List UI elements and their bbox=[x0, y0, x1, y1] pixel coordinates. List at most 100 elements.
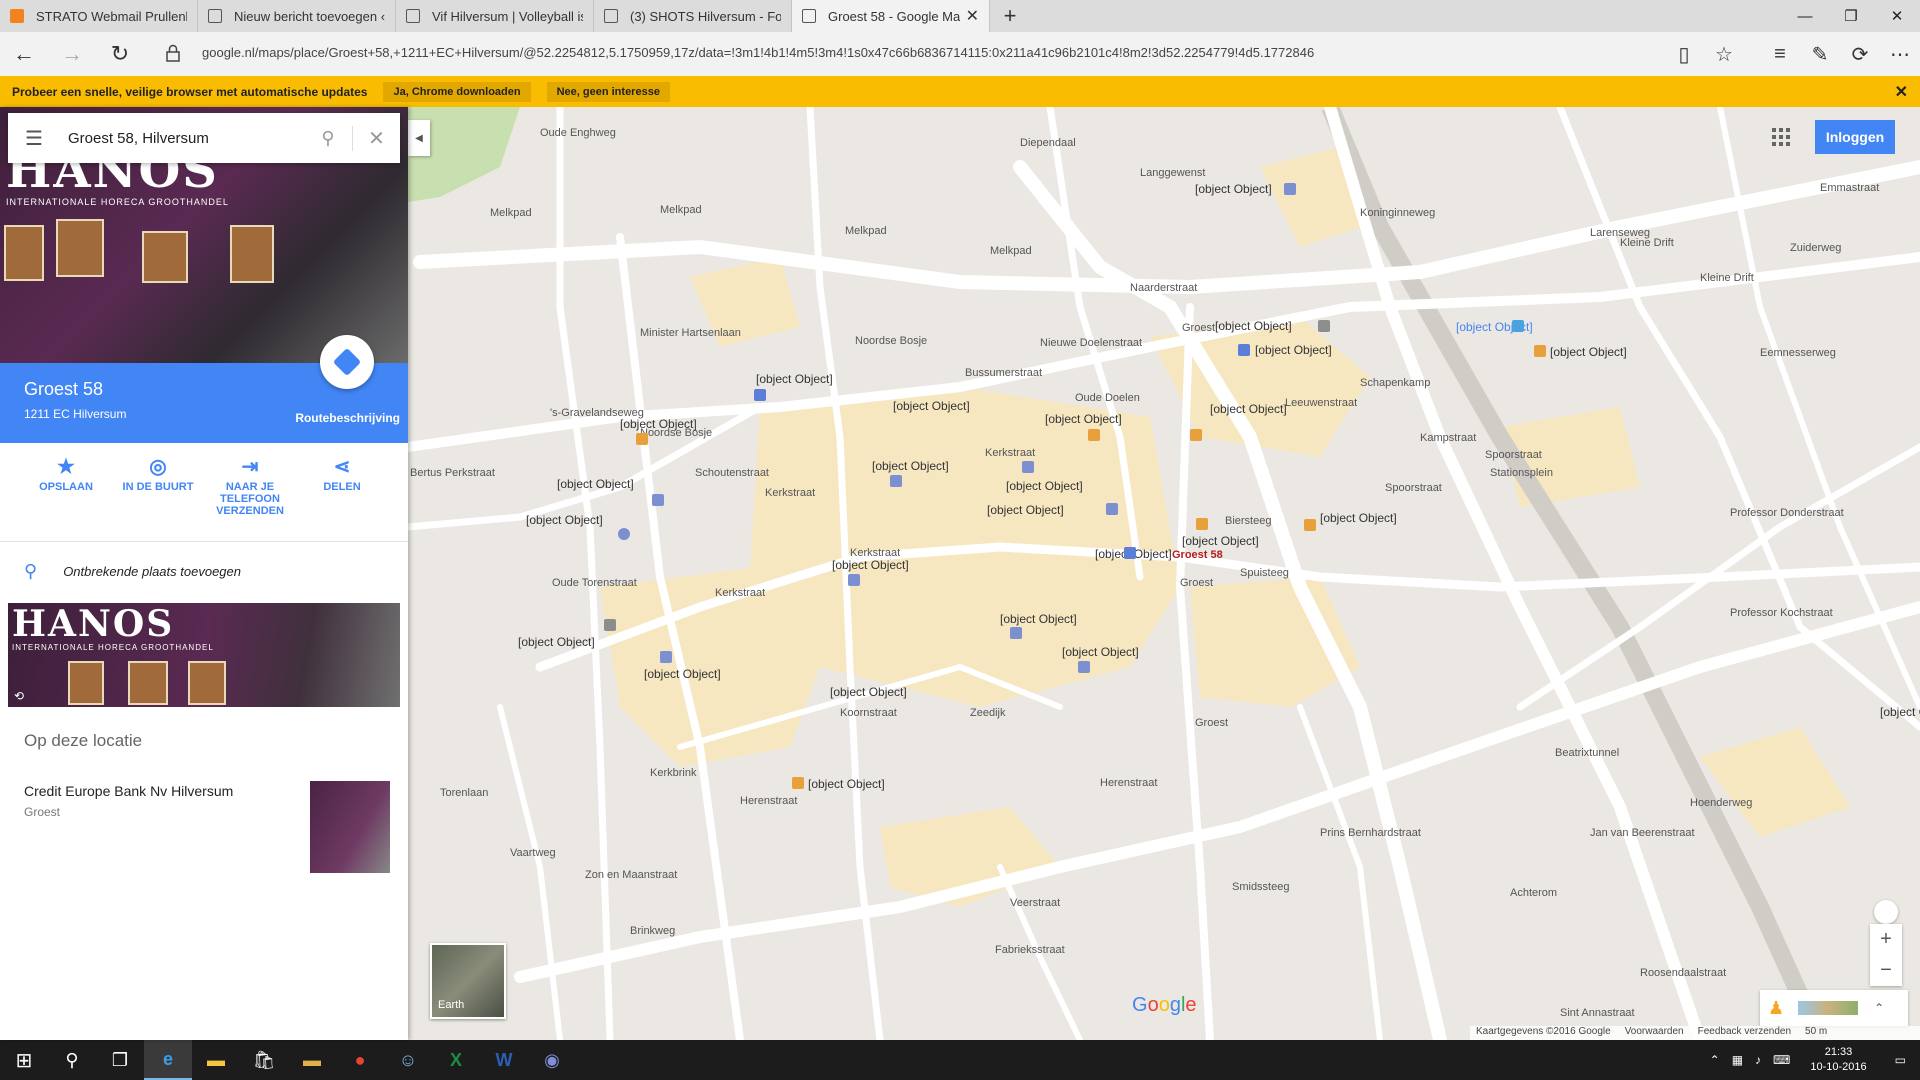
decline-button[interactable]: Nee, geen interesse bbox=[546, 81, 670, 102]
cafe-icon[interactable] bbox=[636, 433, 648, 445]
restore-button[interactable]: ❐ bbox=[1828, 0, 1874, 32]
cinema-icon[interactable] bbox=[1284, 183, 1296, 195]
place-label[interactable]: [object Object] bbox=[987, 503, 1064, 517]
street-view-photo[interactable]: HANOS INTERNATIONALE HORECA GROOTHANDEL … bbox=[8, 603, 400, 707]
volume-icon[interactable]: ♪ bbox=[1749, 1053, 1767, 1067]
restaurant-icon[interactable] bbox=[792, 777, 804, 789]
shopping-icon[interactable] bbox=[660, 651, 672, 663]
word-icon[interactable]: W bbox=[480, 1040, 528, 1080]
tab-shots[interactable]: (3) SHOTS Hilversum - Foto's bbox=[594, 0, 792, 32]
street-view-control[interactable]: ♟ ⌃ bbox=[1760, 990, 1908, 1026]
shopping-icon[interactable] bbox=[890, 475, 902, 487]
place-label[interactable]: [object Object] bbox=[872, 459, 949, 473]
more-icon[interactable]: ⋯ bbox=[1880, 32, 1920, 76]
place-label[interactable]: [object Object] bbox=[1045, 412, 1122, 426]
place-label[interactable]: [object Object] bbox=[526, 513, 603, 527]
place-label[interactable]: [object Object] bbox=[1195, 182, 1272, 196]
imagery-thumbnails[interactable] bbox=[1798, 1001, 1859, 1015]
feedback-link[interactable]: Feedback verzenden bbox=[1698, 1026, 1791, 1040]
save-button[interactable]: ★ OPSLAAN bbox=[21, 453, 111, 549]
place-label[interactable]: [object Object] bbox=[1880, 705, 1920, 719]
excel-icon[interactable]: X bbox=[432, 1040, 480, 1080]
place-label[interactable]: [object Object] bbox=[557, 477, 634, 491]
edge-icon[interactable]: e bbox=[144, 1040, 192, 1080]
file-explorer-icon[interactable]: ▬ bbox=[192, 1040, 240, 1080]
send-to-phone-button[interactable]: ⇥ NAAR JE TELEFOON VERZENDEN bbox=[205, 453, 295, 549]
download-chrome-button[interactable]: Ja, Chrome downloaden bbox=[383, 81, 531, 102]
place-label[interactable]: [object Object] bbox=[1210, 402, 1310, 416]
train-station-icon[interactable] bbox=[1512, 320, 1524, 332]
chrome-icon[interactable]: ● bbox=[336, 1040, 384, 1080]
office-icon[interactable] bbox=[1318, 320, 1330, 332]
restaurant-icon[interactable] bbox=[1304, 519, 1316, 531]
shopping-cart-icon[interactable] bbox=[1124, 547, 1136, 559]
web-note-icon[interactable]: ✎ bbox=[1800, 32, 1840, 76]
place-label[interactable]: [object Object] bbox=[1006, 479, 1083, 493]
clear-search-icon[interactable]: ✕ bbox=[352, 125, 400, 151]
restaurant-icon[interactable] bbox=[1196, 518, 1208, 530]
shopping-icon[interactable] bbox=[1106, 503, 1118, 515]
folder-icon[interactable]: ▬ bbox=[288, 1040, 336, 1080]
add-missing-place-link[interactable]: ⚲ Ontbrekende plaats toevoegen bbox=[24, 561, 241, 582]
task-view-icon[interactable]: ❐ bbox=[96, 1040, 144, 1080]
place-label[interactable]: [object Object] bbox=[1215, 319, 1292, 333]
tab-vif-hilversum[interactable]: Vif Hilversum | Volleyball is bbox=[396, 0, 594, 32]
place-label[interactable]: [object Object] bbox=[1062, 645, 1139, 659]
url-field[interactable]: google.nl/maps/place/Groest+58,+1211+EC+… bbox=[202, 45, 1314, 60]
place-label[interactable]: [object Object] bbox=[832, 558, 909, 572]
close-window-button[interactable]: ✕ bbox=[1874, 0, 1920, 32]
apps-grid-icon[interactable] bbox=[1772, 128, 1790, 146]
place-label[interactable]: [object Object] bbox=[1182, 534, 1259, 548]
nearby-button[interactable]: ◎ IN DE BUURT bbox=[113, 453, 203, 549]
earth-toggle[interactable]: Earth bbox=[430, 943, 506, 1019]
shopping-icon[interactable] bbox=[1010, 627, 1022, 639]
tab-strato[interactable]: STRATO Webmail Prullenba bbox=[0, 0, 198, 32]
tray-expand-icon[interactable]: ⌃ bbox=[1704, 1053, 1726, 1067]
minimize-button[interactable]: — bbox=[1782, 0, 1828, 32]
close-banner-icon[interactable]: ✕ bbox=[1895, 82, 1908, 102]
cinema-icon[interactable] bbox=[1078, 661, 1090, 673]
shopping-icon[interactable] bbox=[652, 494, 664, 506]
shopping-cart-icon[interactable] bbox=[1238, 344, 1250, 356]
nearby-place-name[interactable]: Credit Europe Bank Nv Hilversum bbox=[24, 783, 233, 799]
place-label[interactable]: [object Object] bbox=[1255, 343, 1332, 357]
action-center-icon[interactable]: ▭ bbox=[1881, 1053, 1920, 1067]
nearby-place-photo[interactable] bbox=[310, 781, 390, 873]
place-label[interactable]: [object Object] bbox=[1550, 345, 1627, 359]
place-label[interactable]: [object Object] bbox=[1320, 511, 1470, 525]
shopping-icon[interactable] bbox=[1022, 461, 1034, 473]
place-label[interactable]: [object Object] bbox=[1000, 612, 1077, 626]
restaurant-icon[interactable] bbox=[1088, 429, 1100, 441]
tab-google-maps[interactable]: Groest 58 - Google Map ✕ bbox=[792, 0, 990, 32]
share-icon[interactable]: ⟳ bbox=[1840, 32, 1880, 76]
close-tab-icon[interactable]: ✕ bbox=[966, 6, 979, 26]
scale-label[interactable]: 50 m bbox=[1805, 1026, 1827, 1040]
place-label[interactable]: [object Object] bbox=[830, 685, 907, 699]
login-button[interactable]: Inloggen bbox=[1815, 120, 1895, 154]
new-tab-button[interactable]: + bbox=[990, 0, 1030, 32]
restaurant-icon[interactable] bbox=[1190, 429, 1202, 441]
bank-icon[interactable] bbox=[618, 528, 630, 540]
place-label[interactable]: [object Object] bbox=[756, 372, 833, 386]
keyboard-icon[interactable]: ⌨ bbox=[1767, 1053, 1796, 1067]
shopping-cart-icon[interactable] bbox=[754, 389, 766, 401]
refresh-button[interactable]: ↻ bbox=[96, 32, 144, 76]
my-location-button[interactable] bbox=[1874, 900, 1898, 924]
cafe-icon[interactable] bbox=[1534, 345, 1546, 357]
start-button[interactable]: ⊞ bbox=[0, 1040, 48, 1080]
shopping-icon[interactable] bbox=[848, 574, 860, 586]
collapse-panel-button[interactable]: ◀ bbox=[408, 120, 430, 156]
people-icon[interactable]: ☺ bbox=[384, 1040, 432, 1080]
search-icon[interactable]: ⚲ bbox=[48, 1040, 96, 1080]
pegman-icon[interactable]: ♟ bbox=[1768, 998, 1784, 1019]
terms-link[interactable]: Voorwaarden bbox=[1625, 1026, 1684, 1040]
clock[interactable]: 21:33 10-10-2016 bbox=[1796, 1045, 1880, 1075]
search-icon[interactable]: ⚲ bbox=[304, 128, 352, 149]
place-label[interactable]: [object Object] bbox=[518, 635, 595, 649]
tab-nieuw-bericht[interactable]: Nieuw bericht toevoegen ‹ bbox=[198, 0, 396, 32]
app-icon[interactable]: ◉ bbox=[528, 1040, 576, 1080]
store-icon[interactable]: 🛍 bbox=[240, 1040, 288, 1080]
zoom-out-button[interactable]: − bbox=[1870, 955, 1902, 986]
zoom-in-button[interactable]: + bbox=[1870, 924, 1902, 955]
hub-icon[interactable]: ≡ bbox=[1760, 32, 1800, 76]
